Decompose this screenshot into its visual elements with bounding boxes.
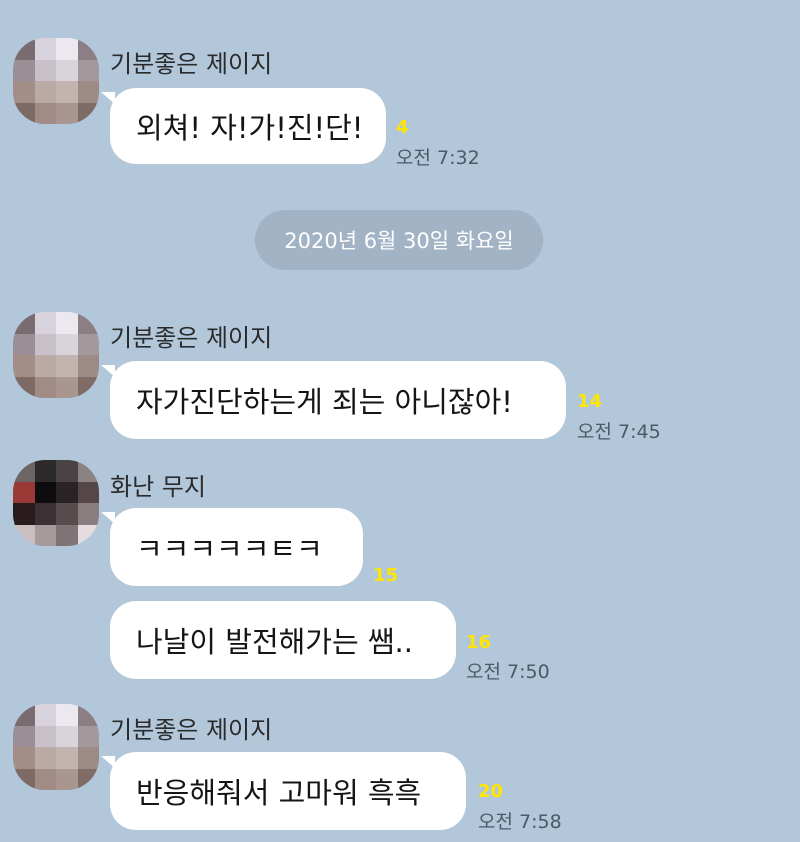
avatar-pixel	[34, 704, 56, 726]
avatar-pixel	[77, 704, 99, 726]
unread-count: 4	[396, 117, 409, 138]
avatar-pixel	[13, 333, 35, 355]
avatar-pixel	[77, 38, 99, 60]
avatar-pixel	[56, 460, 78, 482]
avatar-pixel	[34, 355, 56, 377]
avatar-pixel	[77, 312, 99, 334]
avatar-pixel	[13, 102, 35, 124]
message-text: 외쳐! 자!가!진!단!	[136, 111, 364, 145]
avatar[interactable]	[13, 38, 99, 124]
avatar-pixel	[13, 355, 35, 377]
avatar[interactable]	[13, 704, 99, 790]
message-bubble[interactable]: 외쳐! 자!가!진!단!	[101, 88, 386, 164]
sender-name: 기분좋은 제이지	[110, 324, 273, 352]
sender-name: 화난 무지	[110, 473, 206, 501]
avatar-pixel	[56, 768, 78, 790]
avatar-pixel	[56, 704, 78, 726]
avatar-pixel	[56, 312, 78, 334]
avatar-pixel	[77, 376, 99, 398]
avatar-pixel	[56, 725, 78, 747]
avatar-pixel	[34, 524, 56, 546]
avatar-pixel	[34, 460, 56, 482]
avatar-pixel	[56, 333, 78, 355]
avatar-pixel	[77, 460, 99, 482]
avatar-pixel	[13, 768, 35, 790]
avatar-pixel	[34, 312, 56, 334]
message-text: 자가진단하는게 죄는 아니잖아!	[136, 385, 513, 419]
avatar-pixel	[13, 725, 35, 747]
avatar-pixel	[34, 747, 56, 769]
avatar-pixel	[56, 102, 78, 124]
unread-count: 16	[466, 632, 492, 653]
message-time: 오전 7:50	[466, 661, 550, 683]
unread-count: 15	[373, 565, 399, 586]
message-text: 반응해줘서 고마워 흑흑	[136, 776, 422, 810]
avatar-pixel	[56, 376, 78, 398]
avatar-pixel	[77, 747, 99, 769]
avatar-pixel	[77, 503, 99, 525]
unread-count: 20	[478, 781, 504, 802]
avatar-pixel	[77, 81, 99, 103]
avatar-pixel	[77, 768, 99, 790]
message-bubble[interactable]: 자가진단하는게 죄는 아니잖아!	[101, 361, 566, 439]
avatar-pixel	[34, 38, 56, 60]
avatar-pixel	[34, 376, 56, 398]
avatar-pixel	[13, 503, 35, 525]
avatar-pixel	[13, 376, 35, 398]
avatar-pixel	[77, 102, 99, 124]
avatar-pixel	[77, 524, 99, 546]
avatar-pixel	[13, 81, 35, 103]
avatar-pixel	[56, 503, 78, 525]
avatar-pixel	[77, 481, 99, 503]
message-text: ㅋㅋㅋㅋㅋㅌㅋ	[136, 532, 323, 566]
avatar[interactable]	[13, 460, 99, 546]
avatar-pixel	[56, 747, 78, 769]
avatar-pixel	[34, 333, 56, 355]
avatar-pixel	[13, 460, 35, 482]
avatar-pixel	[56, 524, 78, 546]
avatar-pixel	[34, 768, 56, 790]
message-bubble[interactable]: 반응해줘서 고마워 흑흑	[101, 752, 466, 830]
unread-count: 14	[577, 391, 603, 412]
avatar-pixel	[34, 59, 56, 81]
avatar-pixel	[56, 38, 78, 60]
avatar-pixel	[13, 524, 35, 546]
message-text: 나날이 발전해가는 쌤..	[136, 625, 413, 659]
avatar-pixel	[77, 59, 99, 81]
message-time: 오전 7:32	[396, 147, 480, 169]
avatar[interactable]	[13, 312, 99, 398]
avatar-pixel	[56, 81, 78, 103]
avatar-pixel	[34, 503, 56, 525]
avatar-pixel	[13, 481, 35, 503]
avatar-pixel	[34, 81, 56, 103]
sender-name: 기분좋은 제이지	[110, 716, 273, 744]
avatar-pixel	[13, 747, 35, 769]
avatar-pixel	[13, 38, 35, 60]
message-bubble[interactable]: 나날이 발전해가는 쌤..	[110, 601, 456, 679]
sender-name: 기분좋은 제이지	[110, 50, 273, 78]
avatar-pixel	[56, 481, 78, 503]
message-time: 오전 7:45	[577, 421, 661, 443]
avatar-pixel	[56, 59, 78, 81]
avatar-pixel	[34, 481, 56, 503]
avatar-pixel	[34, 725, 56, 747]
date-divider: 2020년 6월 30일 화요일	[255, 210, 543, 270]
avatar-pixel	[34, 102, 56, 124]
message-time: 오전 7:58	[478, 811, 562, 833]
date-divider-label: 2020년 6월 30일 화요일	[284, 229, 514, 253]
avatar-pixel	[56, 355, 78, 377]
avatar-pixel	[77, 333, 99, 355]
avatar-pixel	[13, 704, 35, 726]
message-bubble[interactable]: ㅋㅋㅋㅋㅋㅌㅋ	[101, 508, 363, 586]
avatar-pixel	[77, 725, 99, 747]
avatar-pixel	[13, 312, 35, 334]
avatar-pixel	[13, 59, 35, 81]
avatar-pixel	[77, 355, 99, 377]
